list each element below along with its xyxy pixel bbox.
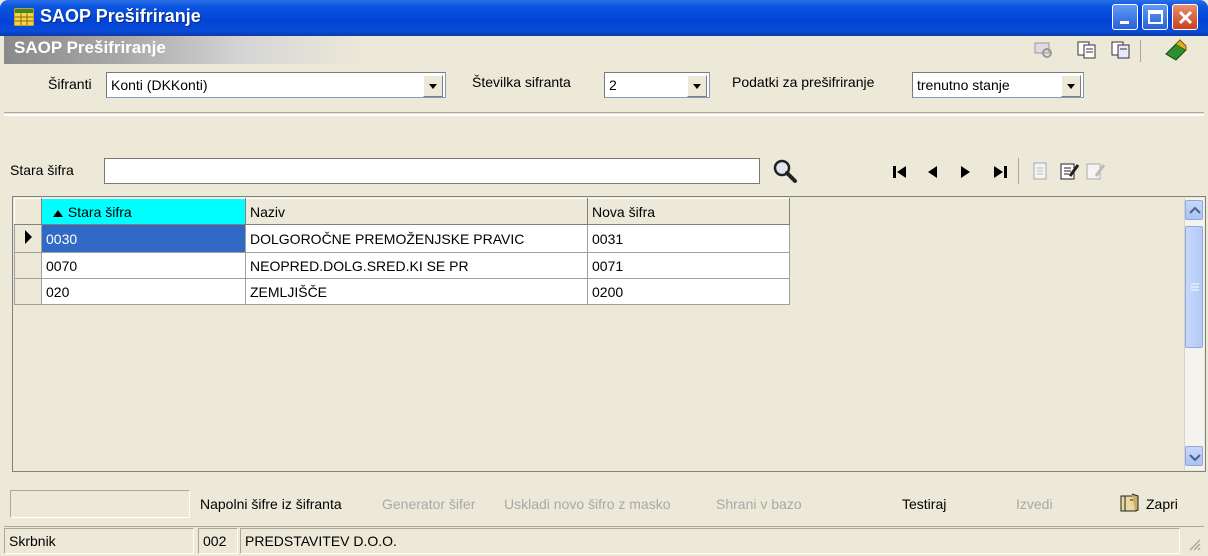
podatki-dropdown[interactable]: trenutno stanje bbox=[912, 72, 1084, 98]
next-record-icon[interactable] bbox=[956, 162, 976, 182]
cell-stara-sifra[interactable]: 0070 bbox=[41, 252, 246, 279]
maximize-icon bbox=[1148, 10, 1163, 24]
exit-book-icon[interactable] bbox=[1162, 38, 1190, 62]
sifranti-value: Konti (DKKonti) bbox=[111, 77, 208, 93]
status-code: 002 bbox=[198, 528, 238, 554]
data-grid: Stara šifra Naziv Nova šifra 0030 DOLGOR… bbox=[14, 198, 790, 305]
close-icon bbox=[1178, 10, 1193, 25]
toolbar-separator bbox=[1140, 40, 1141, 62]
divider-highlight bbox=[4, 114, 1204, 116]
sifranti-label: Šifranti bbox=[48, 76, 92, 92]
status-company: PREDSTAVITEV D.O.O. bbox=[240, 528, 1180, 554]
current-row-icon bbox=[25, 230, 32, 244]
uskladi-button[interactable]: Uskladi novo šifro z masko bbox=[504, 496, 671, 512]
toolbar-separator bbox=[1018, 158, 1019, 184]
cell-naziv[interactable]: NEOPRED.DOLG.SRED.KI SE PR bbox=[245, 252, 588, 279]
edit-record-icon[interactable] bbox=[1058, 160, 1080, 184]
stevilka-value: 2 bbox=[609, 77, 617, 93]
row-indicator-header bbox=[14, 198, 42, 225]
header-band bbox=[4, 36, 1204, 64]
cell-naziv[interactable]: ZEMLJIŠČE bbox=[245, 278, 588, 305]
sifranti-dropdown[interactable]: Konti (DKKonti) bbox=[106, 72, 446, 98]
cell-naziv[interactable]: DOLGOROČNE PREMOŽENJSKE PRAVIC bbox=[245, 224, 588, 253]
scroll-up-button[interactable] bbox=[1185, 200, 1203, 220]
chevron-down-icon[interactable] bbox=[1061, 75, 1081, 97]
resize-grip-icon[interactable] bbox=[1186, 536, 1202, 552]
new-record-icon[interactable] bbox=[1030, 160, 1050, 184]
column-header-stara-sifra[interactable]: Stara šifra bbox=[41, 198, 246, 225]
scroll-thumb[interactable] bbox=[1185, 226, 1203, 348]
row-indicator[interactable] bbox=[14, 278, 42, 305]
close-button[interactable] bbox=[1172, 4, 1198, 30]
cell-nova-sifra[interactable]: 0071 bbox=[587, 252, 790, 279]
cell-nova-sifra[interactable]: 0200 bbox=[587, 278, 790, 305]
chevron-down-icon bbox=[1189, 454, 1201, 462]
table-row[interactable]: 0070 NEOPRED.DOLG.SRED.KI SE PR 0071 bbox=[14, 252, 790, 279]
shrani-button[interactable]: Shrani v bazo bbox=[716, 496, 802, 512]
cell-stara-sifra[interactable]: 020 bbox=[41, 278, 246, 305]
last-record-icon[interactable] bbox=[990, 162, 1010, 182]
app-grid-icon bbox=[14, 8, 34, 26]
column-header-nova-sifra[interactable]: Nova šifra bbox=[587, 198, 790, 225]
paste-documents-icon[interactable] bbox=[1110, 40, 1134, 60]
cell-nova-sifra[interactable]: 0031 bbox=[587, 224, 790, 253]
divider bbox=[4, 112, 1204, 113]
vertical-scrollbar[interactable] bbox=[1184, 198, 1204, 470]
scroll-down-button[interactable] bbox=[1185, 446, 1203, 466]
minimize-icon bbox=[1120, 21, 1129, 24]
table-row[interactable]: 020 ZEMLJIŠČE 0200 bbox=[14, 278, 790, 305]
search-document-icon[interactable] bbox=[1032, 40, 1056, 60]
minimize-button[interactable] bbox=[1112, 4, 1138, 30]
generator-button[interactable]: Generator šifer bbox=[382, 496, 475, 512]
zapri-button[interactable]: Zapri bbox=[1146, 496, 1178, 512]
table-row[interactable]: 0030 DOLGOROČNE PREMOŽENJSKE PRAVIC 0031 bbox=[14, 224, 790, 253]
status-user: Skrbnik bbox=[4, 528, 194, 554]
maximize-button[interactable] bbox=[1142, 4, 1168, 30]
podatki-label: Podatki za prešifriranje bbox=[732, 74, 875, 90]
cell-stara-sifra[interactable]: 0030 bbox=[41, 224, 246, 253]
header-title: SAOP Prešifriranje bbox=[14, 38, 166, 57]
testiraj-button[interactable]: Testiraj bbox=[902, 496, 946, 512]
chevron-down-icon[interactable] bbox=[687, 75, 707, 97]
napolni-button[interactable]: Napolni šifre iz šifranta bbox=[200, 496, 342, 512]
chevron-down-icon[interactable] bbox=[423, 75, 443, 97]
column-header-naziv[interactable]: Naziv bbox=[245, 198, 588, 225]
info-panel bbox=[10, 490, 190, 518]
row-indicator[interactable] bbox=[14, 252, 42, 279]
grid-header-row: Stara šifra Naziv Nova šifra bbox=[14, 198, 790, 225]
window-title: SAOP Prešifriranje bbox=[40, 6, 201, 26]
search-icon[interactable] bbox=[770, 156, 800, 184]
podatki-value: trenutno stanje bbox=[917, 77, 1010, 93]
column-header-label: Stara šifra bbox=[67, 203, 132, 220]
row-indicator[interactable] bbox=[14, 224, 42, 253]
first-record-icon[interactable] bbox=[890, 162, 910, 182]
copy-documents-icon[interactable] bbox=[1076, 40, 1100, 60]
stevilka-label: Številka sifranta bbox=[472, 74, 571, 90]
grip-icon bbox=[1191, 283, 1199, 291]
delete-record-icon[interactable] bbox=[1084, 160, 1106, 184]
sort-ascending-icon bbox=[53, 209, 63, 217]
izvedi-button[interactable]: Izvedi bbox=[1016, 496, 1053, 512]
stara-sifra-label: Stara šifra bbox=[10, 162, 74, 178]
chevron-up-icon bbox=[1189, 206, 1201, 214]
previous-record-icon[interactable] bbox=[922, 162, 942, 182]
stara-sifra-input[interactable] bbox=[104, 158, 760, 184]
stevilka-dropdown[interactable]: 2 bbox=[604, 72, 710, 98]
close-book-icon[interactable] bbox=[1118, 492, 1142, 514]
